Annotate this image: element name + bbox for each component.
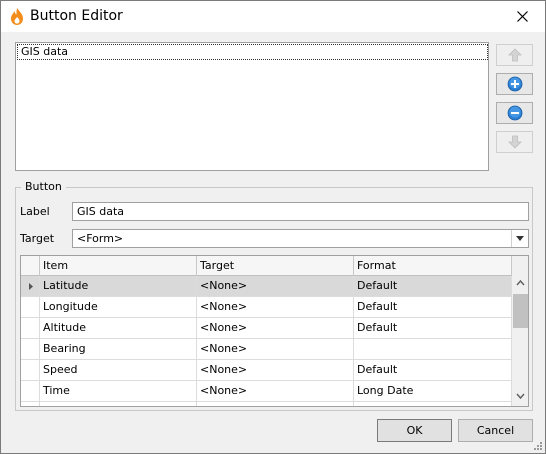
grid-header: Item Target Format <box>21 256 512 276</box>
label-input[interactable]: GIS data <box>72 202 529 221</box>
row-indicator <box>21 318 40 339</box>
header-corner <box>21 256 40 276</box>
row-indicator <box>21 360 40 381</box>
scroll-up-arrow-icon[interactable] <box>512 276 528 292</box>
scroll-down-arrow-icon[interactable] <box>512 388 528 404</box>
cell-item[interactable]: Altitude <box>40 318 197 339</box>
cell-target[interactable]: <None> <box>197 276 354 297</box>
cell-item[interactable]: Time <box>40 381 197 402</box>
cell-target[interactable]: <None> <box>197 339 354 360</box>
scrollbar-thumb[interactable] <box>513 294 528 328</box>
chevron-down-icon <box>516 236 524 241</box>
close-button[interactable] <box>499 1 545 32</box>
table-row[interactable]: Time <None> Long Date <box>21 381 512 402</box>
arrow-down-icon <box>507 135 522 149</box>
cell-item[interactable] <box>40 402 197 406</box>
resize-grip-icon[interactable] <box>533 441 543 451</box>
arrow-up-icon <box>507 48 522 62</box>
buttons-listbox[interactable]: GIS data <box>15 42 489 171</box>
cell-format[interactable] <box>354 402 512 406</box>
grid-vertical-scrollbar[interactable] <box>512 256 528 406</box>
cell-format[interactable]: Default <box>354 360 512 381</box>
cell-item[interactable]: Speed <box>40 360 197 381</box>
move-up-button[interactable] <box>496 44 533 66</box>
cell-item[interactable]: Bearing <box>40 339 197 360</box>
table-row[interactable]: Longitude <None> Default <box>21 297 512 318</box>
minus-circle-icon <box>507 105 522 121</box>
flame-icon <box>11 8 23 25</box>
row-indicator <box>21 402 40 406</box>
cell-format[interactable]: Default <box>354 318 512 339</box>
row-indicator <box>21 297 40 318</box>
target-dropdown-toggle[interactable] <box>511 230 528 247</box>
row-indicator <box>21 381 40 402</box>
cell-format[interactable]: Long Date <box>354 381 512 402</box>
button-editor-dialog: Button Editor GIS data Button Label GIS … <box>0 0 546 454</box>
target-combobox[interactable]: <Form> <box>72 229 529 248</box>
table-row[interactable]: Altitude <None> Default <box>21 318 512 339</box>
cell-target[interactable]: <None> <box>197 318 354 339</box>
table-row[interactable]: Latitude <None> Default <box>21 276 512 297</box>
column-header-target[interactable]: Target <box>197 256 354 276</box>
add-button[interactable] <box>496 73 533 95</box>
title-bar: Button Editor <box>1 1 545 32</box>
cell-target[interactable]: <None> <box>197 297 354 318</box>
cancel-button[interactable]: Cancel <box>458 419 533 442</box>
label-caption: Label <box>20 205 50 218</box>
ok-button[interactable]: OK <box>377 419 452 442</box>
target-combobox-value: <Form> <box>77 232 124 245</box>
window-title: Button Editor <box>30 8 123 24</box>
current-row-arrow-icon <box>29 283 33 290</box>
column-header-format[interactable]: Format <box>354 256 512 276</box>
remove-button[interactable] <box>496 102 533 124</box>
cell-target[interactable]: <None> <box>197 360 354 381</box>
items-grid[interactable]: Item Target Format Latitude <None> Defau… <box>20 255 529 407</box>
cell-item[interactable]: Longitude <box>40 297 197 318</box>
target-caption: Target <box>20 232 55 245</box>
cell-target[interactable] <box>197 402 354 406</box>
move-down-button[interactable] <box>496 131 533 153</box>
cell-target[interactable]: <None> <box>197 381 354 402</box>
groupbox-title: Button <box>21 180 66 194</box>
close-icon <box>516 11 528 22</box>
row-indicator <box>21 339 40 360</box>
table-row[interactable] <box>21 402 512 406</box>
table-row[interactable]: Speed <None> Default <box>21 360 512 381</box>
cell-format[interactable]: Default <box>354 276 512 297</box>
list-item[interactable]: GIS data <box>17 44 488 60</box>
cell-format[interactable] <box>354 339 512 360</box>
table-row[interactable]: Bearing <None> <box>21 339 512 360</box>
plus-circle-icon <box>507 76 522 92</box>
column-header-item[interactable]: Item <box>40 256 197 276</box>
cell-item[interactable]: Latitude <box>40 276 197 297</box>
row-indicator <box>21 276 40 297</box>
cell-format[interactable]: Default <box>354 297 512 318</box>
